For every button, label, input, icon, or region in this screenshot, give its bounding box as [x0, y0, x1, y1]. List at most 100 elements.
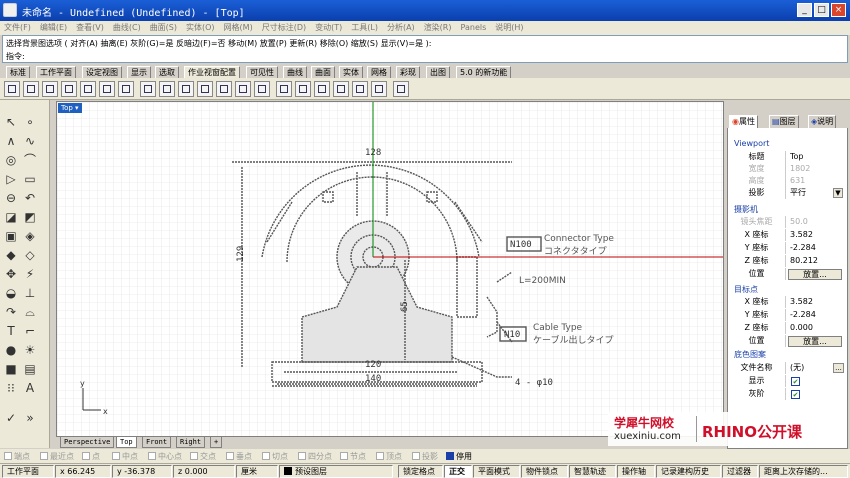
menu-transform[interactable]: 变动(T)	[315, 21, 342, 35]
toggle-gumball[interactable]: 操作轴	[617, 465, 655, 478]
rectangle-icon[interactable]: ▭	[22, 171, 38, 187]
plan-view-icon[interactable]	[333, 81, 349, 97]
magnify-icon[interactable]	[178, 81, 194, 97]
toggle-filter[interactable]: 过滤器	[722, 465, 758, 478]
layer-icon[interactable]: ▤	[22, 361, 38, 377]
tab-curve[interactable]: 曲线	[283, 66, 307, 78]
grid-layout-icon[interactable]	[140, 81, 156, 97]
tab-right[interactable]: Right	[176, 437, 206, 448]
toggle-osnap[interactable]: 物件锁点	[521, 465, 568, 478]
menu-panels[interactable]: Panels	[461, 21, 487, 35]
tab-drafting[interactable]: 出图	[426, 66, 450, 78]
split-horizontal-icon[interactable]	[118, 81, 134, 97]
tab-render[interactable]: 彩现	[396, 66, 420, 78]
toggle-ortho[interactable]: 正交	[444, 465, 472, 478]
show-checkbox[interactable]: ✔	[791, 377, 800, 386]
tab-visibility[interactable]: 可见性	[246, 66, 278, 78]
select-arrow-icon[interactable]: ↖	[3, 114, 19, 130]
target-x-input[interactable]: 3.582	[790, 296, 845, 308]
osnap-center[interactable]: 中心点	[148, 451, 182, 462]
maximize-button[interactable]: □	[814, 3, 829, 17]
box-icon[interactable]: ▣	[3, 228, 19, 244]
viewport-properties-icon[interactable]	[197, 81, 213, 97]
detail-view-icon[interactable]	[314, 81, 330, 97]
array-icon[interactable]: ⁝⁝	[3, 380, 19, 396]
tab-properties[interactable]: ◉属性	[729, 115, 758, 128]
osnap-mid[interactable]: 中点	[112, 451, 138, 462]
hammer-icon[interactable]: T	[3, 323, 19, 339]
tab-standard[interactable]: 标准	[6, 66, 30, 78]
pipe-icon[interactable]: ⌐	[22, 323, 38, 339]
tab-display[interactable]: 显示	[127, 66, 151, 78]
menu-edit[interactable]: 编辑(E)	[40, 21, 67, 35]
viewport-title[interactable]: Top ▾	[58, 103, 82, 113]
fillet-icon[interactable]: ⌓	[22, 304, 38, 320]
split-vertical-icon[interactable]	[99, 81, 115, 97]
osnap-near[interactable]: 最近点	[40, 451, 74, 462]
menu-solid[interactable]: 实体(O)	[186, 21, 215, 35]
osnap-tangent[interactable]: 切点	[262, 451, 288, 462]
tab-solid[interactable]: 实体	[339, 66, 363, 78]
text-icon[interactable]: A	[22, 380, 38, 396]
render-sphere-icon[interactable]: ●	[3, 342, 19, 358]
osnap-perpendicular[interactable]: 垂点	[226, 451, 252, 462]
boolean-icon[interactable]: ◒	[3, 285, 19, 301]
osnap-point[interactable]: 点	[82, 451, 100, 462]
chevron-down-icon[interactable]: ▼	[833, 188, 843, 198]
layout-page-icon[interactable]	[295, 81, 311, 97]
print-icon[interactable]	[393, 81, 409, 97]
toggle-history[interactable]: 记录建构历史	[656, 465, 721, 478]
curve-points-icon[interactable]: ∿	[22, 133, 38, 149]
menu-help[interactable]: 说明(H)	[495, 21, 523, 35]
tab-cplanes[interactable]: 工作平面	[36, 66, 76, 78]
single-viewport-icon[interactable]	[4, 81, 20, 97]
menu-tools[interactable]: 工具(L)	[351, 21, 378, 35]
two-viewports-icon[interactable]	[23, 81, 39, 97]
add-viewport-tab[interactable]: +	[210, 437, 223, 448]
camera-place-button[interactable]: 放置...	[788, 269, 842, 280]
rhino-app-icon[interactable]	[3, 3, 17, 17]
menu-surface[interactable]: 曲面(S)	[150, 21, 177, 35]
surface-tools-icon[interactable]: ◩	[22, 209, 38, 225]
monitor-icon[interactable]	[254, 81, 270, 97]
solid-tools-icon[interactable]: ◆	[3, 247, 19, 263]
cylinder-icon[interactable]: ◈	[22, 228, 38, 244]
tab-front[interactable]: Front	[142, 437, 172, 448]
browse-file-button[interactable]: ...	[833, 363, 844, 373]
blend-icon[interactable]: ↷	[3, 304, 19, 320]
tab-surface[interactable]: 曲面	[311, 66, 335, 78]
menu-render[interactable]: 渲染(R)	[424, 21, 452, 35]
tab-viewport-layout[interactable]: 作业视窗配置	[184, 66, 240, 78]
grayscale-checkbox[interactable]: ✔	[791, 390, 800, 399]
tab-mesh[interactable]: 网格	[367, 66, 391, 78]
dimension-icon[interactable]: ⊥	[22, 285, 38, 301]
menu-view[interactable]: 查看(V)	[76, 21, 104, 35]
split-viewport-icon[interactable]	[80, 81, 96, 97]
zoom-icon[interactable]	[159, 81, 175, 97]
close-button[interactable]: ×	[831, 3, 846, 17]
viewport-canvas[interactable]: 128 129 65 120 140 N100 N10 4 - φ10 Conn…	[57, 102, 724, 437]
menu-mesh[interactable]: 网格(M)	[224, 21, 253, 35]
arc-icon[interactable]: ⌒	[22, 152, 38, 168]
minimize-button[interactable]: _	[797, 3, 812, 17]
target-z-input[interactable]: 0.000	[790, 322, 845, 334]
three-viewports-icon[interactable]	[42, 81, 58, 97]
circle-icon[interactable]: ◎	[3, 152, 19, 168]
osnap-vertex[interactable]: 顶点	[376, 451, 402, 462]
toggle-snap-grid[interactable]: 锁定格点	[398, 465, 443, 478]
status-layer[interactable]: 预设图层	[279, 465, 393, 478]
camera-z-input[interactable]: 80.212	[790, 255, 845, 267]
tab-top[interactable]: Top	[116, 437, 137, 448]
menu-dimension[interactable]: 尺寸标注(D)	[262, 21, 306, 35]
target-place-button[interactable]: 放置...	[788, 336, 842, 347]
osnap-knot[interactable]: 节点	[340, 451, 366, 462]
point-icon[interactable]: ∘	[22, 114, 38, 130]
command-prompt[interactable]: 指令:	[6, 51, 25, 62]
capsule-icon[interactable]	[235, 81, 251, 97]
curve-tools-icon[interactable]: ↶	[22, 190, 38, 206]
check-object-icon[interactable]: ✓	[3, 410, 19, 426]
lightning-icon[interactable]: ⚡	[22, 266, 38, 282]
osnap-quadrant[interactable]: 四分点	[298, 451, 332, 462]
osnap-intersection[interactable]: 交点	[190, 451, 216, 462]
prop-value[interactable]: Top	[790, 151, 845, 163]
